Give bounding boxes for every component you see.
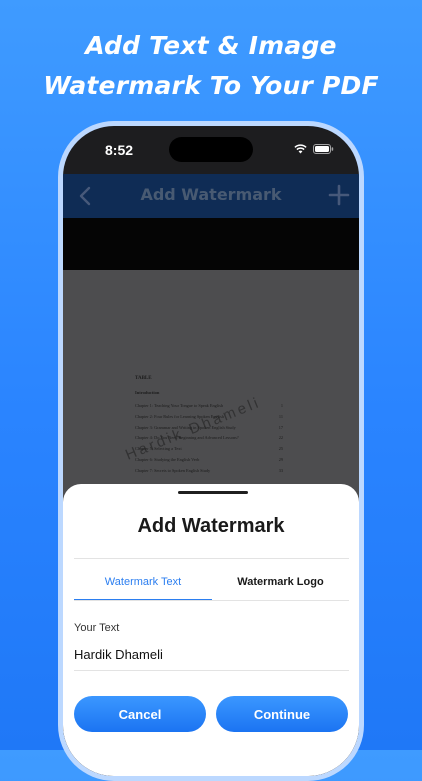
watermark-text-input[interactable] [74, 640, 348, 668]
tab-watermark-text[interactable]: Watermark Text [74, 564, 212, 600]
dynamic-island [169, 137, 253, 162]
phone-screen: 8:52 Add Watermark TABLE Introduction Ch… [63, 126, 359, 776]
promo-line-1: Add Text & Image [85, 31, 337, 60]
status-time: 8:52 [105, 142, 134, 158]
nav-title: Add Watermark [140, 185, 282, 204]
toc-heading: TABLE [135, 376, 152, 381]
status-bar: 8:52 [63, 126, 359, 176]
phone-frame: 8:52 Add Watermark TABLE Introduction Ch… [58, 121, 364, 781]
cancel-button[interactable]: Cancel [74, 696, 206, 732]
add-watermark-sheet: Add Watermark Watermark Text Watermark L… [63, 484, 359, 776]
continue-button[interactable]: Continue [216, 696, 348, 732]
plus-icon[interactable] [328, 184, 350, 206]
toc-intro: Introduction [135, 390, 160, 395]
your-text-label: Your Text [74, 622, 120, 634]
watermark-type-tabs: Watermark Text Watermark Logo [74, 564, 349, 601]
tabs-divider [74, 600, 349, 601]
wifi-icon [294, 144, 307, 154]
sheet-grabber[interactable] [178, 491, 248, 494]
navigation-bar: Add Watermark [63, 174, 359, 218]
toc-row: Chapter 7: Secrets to Spoken English Stu… [135, 467, 283, 473]
tab-watermark-logo[interactable]: Watermark Logo [212, 564, 349, 600]
viewer-top-strip [63, 218, 359, 270]
toc-row: Chapter 6: Studying the English Verb 29 [135, 456, 283, 462]
promo-headline: Add Text & Image Watermark To Your PDF [0, 26, 422, 106]
input-underline [74, 670, 349, 671]
promo-line-2: Watermark To Your PDF [43, 71, 379, 100]
sheet-title: Add Watermark [137, 515, 285, 537]
title-divider [74, 558, 349, 559]
battery-icon [313, 144, 334, 154]
